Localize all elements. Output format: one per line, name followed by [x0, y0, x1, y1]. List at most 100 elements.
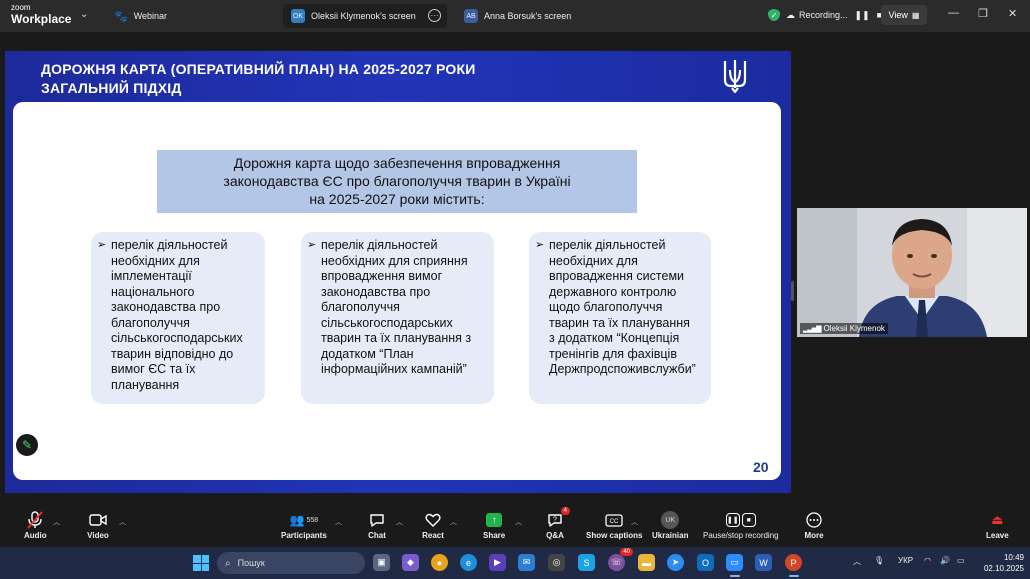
card-line: законодавства про [111, 300, 221, 314]
wifi-icon[interactable]: ◠ [924, 556, 931, 565]
battery-icon[interactable]: ▭ [957, 556, 965, 565]
share-options-icon[interactable]: ︿ [515, 517, 522, 527]
chrome-icon[interactable]: ● [431, 554, 448, 571]
logo-line2: Workplace [11, 12, 72, 26]
cloud-icon: ☁ [786, 9, 795, 20]
language-label: Ukrainian [652, 531, 689, 540]
language-code: UK [661, 511, 680, 529]
qa-button[interactable]: ? 4 Q&A [544, 507, 570, 540]
copilot-icon[interactable]: ◆ [402, 554, 419, 571]
card-line: впровадження системи [549, 269, 685, 283]
participants-count: 558 [306, 516, 319, 524]
annotate-pen-icon[interactable]: ✎ [16, 434, 38, 456]
taskbar-search[interactable]: ⌕ Пошук [217, 552, 365, 574]
skype-icon[interactable]: S [578, 554, 595, 571]
view-button[interactable]: View ▦ [881, 5, 927, 25]
card-line: з додатком “Концепція [549, 331, 680, 345]
card-line: тренінгів для фахівців [549, 346, 677, 361]
chevron-down-icon[interactable]: ⌄ [80, 9, 88, 20]
windows-start-icon[interactable] [193, 555, 209, 571]
edge-icon[interactable]: e [460, 554, 477, 571]
participant-name-tag: ▂▃▅▇ Oleksii Klymenok [800, 323, 888, 334]
card-line: необхідних для сприяння [321, 253, 468, 268]
zoom-taskbar-icon[interactable]: ▭ [726, 554, 743, 571]
heart-icon [422, 511, 444, 529]
powerpoint-icon[interactable]: P [785, 554, 802, 571]
more-options-icon[interactable]: ··· [428, 9, 441, 22]
tab-anna-screen[interactable]: AB Anna Borsuk's screen [456, 4, 579, 28]
leave-button[interactable]: ⏏ Leave [986, 511, 1009, 540]
card-line: Держпродспоживслужби” [549, 362, 696, 376]
word-icon[interactable]: W [755, 554, 772, 571]
participant-video-frame [797, 208, 1027, 337]
telegram-icon[interactable]: ➤ [667, 554, 684, 571]
video-button[interactable]: Video [87, 511, 109, 540]
card-line: законодавства про [321, 284, 431, 299]
heading-line3: на 2025-2027 роки містить: [309, 191, 485, 207]
slide-title: ДОРОЖНЯ КАРТА (ОПЕРАТИВНИЙ ПЛАН) НА 2025… [41, 60, 476, 98]
video-options-icon[interactable]: ︿ [119, 517, 126, 527]
react-label: React [422, 531, 444, 540]
tab-oleksii-screen[interactable]: OK Oleksii Klymenok's screen ··· [283, 4, 447, 28]
tab-webinar[interactable]: 🐾 Webinar [106, 4, 175, 28]
card-line: сільськогосподарських [111, 331, 243, 345]
minimize-icon[interactable]: — [948, 7, 959, 19]
card-line: сільськогосподарських [321, 315, 453, 330]
avatar: OK [291, 9, 305, 23]
mail-icon[interactable]: ✉ [518, 554, 535, 571]
zoom-window: zoom Workplace ⌄ 🐾 Webinar OK Oleksii Kl… [0, 0, 1030, 579]
card-line: тварин відповідно до [111, 346, 234, 361]
pause-icon[interactable]: ❚❚ [855, 10, 870, 21]
volume-icon[interactable]: 🔊 [940, 556, 950, 565]
slide-title-line2: ЗАГАЛЬНИЙ ПІДХІД [41, 80, 182, 96]
card-line: перелік діяльностей [549, 238, 666, 252]
participants-options-icon[interactable]: ︿ [335, 517, 342, 527]
audio-options-icon[interactable]: ︿ [53, 517, 60, 527]
chat-button[interactable]: Chat [366, 511, 388, 540]
microphone-tray-icon[interactable]: 🎙 [874, 556, 884, 565]
paw-icon: 🐾 [114, 10, 128, 23]
card-line: впровадження вимог [321, 269, 443, 283]
language-button[interactable]: UK Ukrainian [652, 511, 688, 540]
tab-label: Anna Borsuk's screen [484, 11, 572, 21]
signal-icon: ▂▃▅▇ [803, 325, 822, 333]
pause-recording-button[interactable]: ❚❚ ■ Pause/stop recording [703, 511, 779, 540]
tray-expand-icon[interactable]: ︿ [853, 556, 861, 567]
panel-resize-handle[interactable] [791, 281, 794, 301]
more-button[interactable]: More [803, 511, 825, 540]
card-line: планування [111, 377, 180, 392]
task-view-icon[interactable]: ▣ [373, 554, 390, 571]
close-icon[interactable]: ✕ [1008, 7, 1017, 20]
react-button[interactable]: React [422, 511, 444, 540]
shared-screen-slide: ДОРОЖНЯ КАРТА (ОПЕРАТИВНИЙ ПЛАН) НА 2025… [5, 51, 791, 493]
viber-icon[interactable]: ☏ 40 [608, 548, 633, 571]
card-text: перелік діяльностей необхідних для впровад… [549, 238, 703, 378]
video-label: Video [87, 531, 109, 540]
tab-label: Oleksii Klymenok's screen [311, 11, 416, 21]
restore-icon[interactable]: ❐ [978, 7, 988, 20]
file-explorer-icon[interactable]: ▬ [638, 554, 655, 571]
roadmap-card-1: ➢ перелік діяльностей необхідних для імпле… [91, 232, 265, 404]
card-line: імплементації [111, 269, 192, 283]
chat-label: Chat [368, 531, 386, 540]
keyboard-language[interactable]: УКР [898, 556, 913, 565]
heading-line2: законодавства ЄС про благополуччя тварин… [223, 173, 571, 189]
participants-button[interactable]: 👥 558 Participants [281, 511, 327, 540]
clock-time: 10:49 [1003, 553, 1024, 562]
pause-stop-icon: ❚❚ ■ [724, 511, 758, 529]
arrow-bullet-icon: ➢ [307, 239, 317, 251]
card-line: необхідних для [549, 253, 638, 268]
chat-options-icon[interactable]: ︿ [396, 517, 403, 527]
audio-button[interactable]: Audio [24, 511, 47, 540]
participant-video[interactable]: ▂▃▅▇ Oleksii Klymenok [797, 208, 1027, 337]
outlook-icon[interactable]: O [697, 554, 714, 571]
media-player-icon[interactable]: ▶ [489, 554, 506, 571]
camera-app-icon[interactable]: ◎ [548, 554, 565, 571]
taskbar-clock[interactable]: 10:49 02.10.2025 [980, 552, 1024, 574]
clock-date: 02.10.2025 [983, 564, 1024, 573]
share-button[interactable]: ↑ Share [483, 511, 505, 540]
leave-icon: ⏏ [991, 512, 1004, 527]
react-options-icon[interactable]: ︿ [450, 517, 457, 527]
captions-options-icon[interactable]: ︿ [631, 517, 638, 527]
qa-badge: 4 [560, 507, 570, 515]
